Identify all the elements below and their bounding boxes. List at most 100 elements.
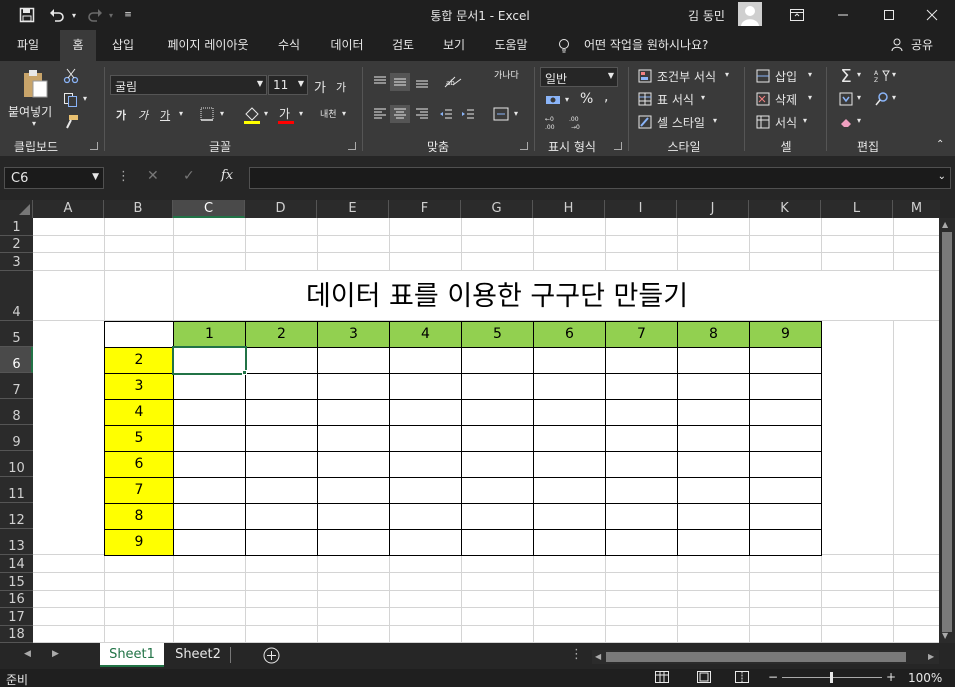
number-format-combo[interactable]: 일반 ▼: [540, 67, 618, 87]
insert-cells-dropdown-icon[interactable]: ▾: [808, 70, 812, 79]
borders-dropdown-icon[interactable]: ▾: [220, 109, 224, 118]
conditional-format-icon[interactable]: [636, 67, 654, 85]
table-body-cell[interactable]: [317, 373, 390, 400]
table-body-cell[interactable]: [317, 347, 390, 374]
table-body-cell[interactable]: [173, 425, 246, 452]
redo-dropdown-icon[interactable]: ▾: [106, 4, 116, 26]
table-corner-cell[interactable]: [104, 321, 174, 348]
header-row-cell[interactable]: 6: [533, 321, 606, 348]
table-body-cell[interactable]: [317, 503, 390, 530]
scroll-right-icon[interactable]: ▶: [928, 652, 934, 661]
table-body-cell[interactable]: [605, 373, 678, 400]
table-body-cell[interactable]: [605, 399, 678, 426]
table-body-cell[interactable]: [677, 399, 750, 426]
zoom-out-icon[interactable]: −: [768, 670, 778, 684]
header-col-cell[interactable]: 6: [104, 451, 174, 478]
underline-dropdown-icon[interactable]: ▾: [179, 109, 183, 118]
cut-icon[interactable]: [62, 67, 80, 85]
column-header-h[interactable]: H: [533, 200, 605, 218]
header-row-cell[interactable]: 9: [749, 321, 822, 348]
table-body-cell[interactable]: [461, 425, 534, 452]
row-header-3[interactable]: 3: [0, 253, 33, 271]
formula-input[interactable]: ⌄: [249, 167, 951, 189]
close-icon[interactable]: [909, 0, 955, 30]
table-body-cell[interactable]: [533, 503, 606, 530]
table-body-cell[interactable]: [533, 529, 606, 556]
clear-icon[interactable]: [836, 113, 856, 131]
table-body-cell[interactable]: [317, 399, 390, 426]
borders-icon[interactable]: [198, 105, 216, 123]
align-left-icon[interactable]: [370, 105, 390, 123]
table-body-cell[interactable]: [605, 529, 678, 556]
column-header-m[interactable]: M: [893, 200, 940, 218]
table-body-cell[interactable]: [677, 347, 750, 374]
format-cells-button[interactable]: 서식: [775, 114, 797, 131]
prev-sheet-icon[interactable]: ◀: [24, 649, 31, 659]
select-all-button[interactable]: [0, 200, 33, 218]
vertical-scrollbar[interactable]: ▲ ▼: [939, 218, 955, 643]
row-header-18[interactable]: 18: [0, 626, 33, 643]
table-body-cell[interactable]: [749, 425, 822, 452]
maximize-icon[interactable]: [866, 0, 912, 30]
sheet-tab-sheet1[interactable]: Sheet1: [100, 643, 164, 667]
header-row-cell[interactable]: 7: [605, 321, 678, 348]
table-format-icon[interactable]: [636, 90, 654, 108]
row-header-15[interactable]: 15: [0, 573, 33, 591]
confirm-edit-icon[interactable]: ✓: [183, 168, 195, 184]
header-col-cell[interactable]: 8: [104, 503, 174, 530]
find-select-dropdown-icon[interactable]: ▾: [892, 93, 896, 102]
currency-dropdown-icon[interactable]: ▾: [565, 95, 569, 104]
table-body-cell[interactable]: [245, 477, 318, 504]
table-format-dropdown-icon[interactable]: ▾: [701, 93, 705, 102]
table-body-cell[interactable]: [389, 373, 462, 400]
fill-dropdown-icon[interactable]: ▾: [857, 93, 861, 102]
row-header-2[interactable]: 2: [0, 236, 33, 253]
fill-color-icon[interactable]: [242, 105, 262, 125]
tab-data[interactable]: 데이터: [322, 30, 372, 61]
paste-icon[interactable]: [20, 67, 50, 101]
conditional-format-dropdown-icon[interactable]: ▾: [725, 70, 729, 79]
merge-center-icon[interactable]: [490, 105, 512, 123]
clipboard-launcher-icon[interactable]: [90, 142, 98, 150]
table-body-cell[interactable]: [173, 373, 246, 400]
sort-filter-icon[interactable]: AZ: [872, 67, 892, 85]
italic-button[interactable]: 가: [138, 107, 148, 123]
user-name[interactable]: 김 동민: [688, 7, 725, 24]
delete-cells-dropdown-icon[interactable]: ▾: [808, 93, 812, 102]
table-body-cell[interactable]: [533, 373, 606, 400]
next-sheet-icon[interactable]: ▶: [52, 649, 59, 659]
table-body-cell[interactable]: [749, 373, 822, 400]
fill-handle[interactable]: [242, 370, 247, 375]
table-body-cell[interactable]: [389, 425, 462, 452]
ribbon-display-icon[interactable]: [774, 0, 820, 30]
column-header-e[interactable]: E: [317, 200, 389, 218]
table-body-cell[interactable]: [461, 529, 534, 556]
table-body-cell[interactable]: [533, 399, 606, 426]
conditional-format-button[interactable]: 조건부 서식: [657, 68, 716, 85]
more-options-icon[interactable]: ⋮: [117, 169, 130, 184]
undo-dropdown-icon[interactable]: ▾: [69, 4, 79, 26]
table-format-button[interactable]: 표 서식: [657, 91, 694, 108]
table-body-cell[interactable]: [389, 477, 462, 504]
insert-function-icon[interactable]: fx: [221, 168, 233, 183]
header-col-cell[interactable]: 4: [104, 399, 174, 426]
table-body-cell[interactable]: [245, 347, 318, 374]
row-header-16[interactable]: 16: [0, 591, 33, 608]
sort-filter-dropdown-icon[interactable]: ▾: [892, 70, 896, 79]
font-size-combo[interactable]: 11 ▼: [268, 75, 308, 95]
fill-icon[interactable]: [836, 90, 856, 108]
align-bottom-icon[interactable]: [412, 73, 432, 91]
insert-cells-icon[interactable]: [754, 67, 772, 85]
table-body-cell[interactable]: [245, 529, 318, 556]
horizontal-scrollbar[interactable]: ◀ ▶: [592, 650, 939, 664]
cell-style-icon[interactable]: [636, 113, 654, 131]
tell-me-search[interactable]: 어떤 작업을 원하시나요?: [584, 30, 724, 61]
comma-button[interactable]: ,: [604, 89, 608, 105]
cell-style-dropdown-icon[interactable]: ▾: [713, 116, 717, 125]
table-body-cell[interactable]: [461, 347, 534, 374]
worksheet-grid[interactable]: 데이터 표를 이용한 구구단 만들기 12345678923456789: [33, 218, 939, 643]
table-body-cell[interactable]: [317, 451, 390, 478]
table-body-cell[interactable]: [605, 477, 678, 504]
column-header-l[interactable]: L: [821, 200, 893, 218]
table-body-cell[interactable]: [749, 347, 822, 374]
